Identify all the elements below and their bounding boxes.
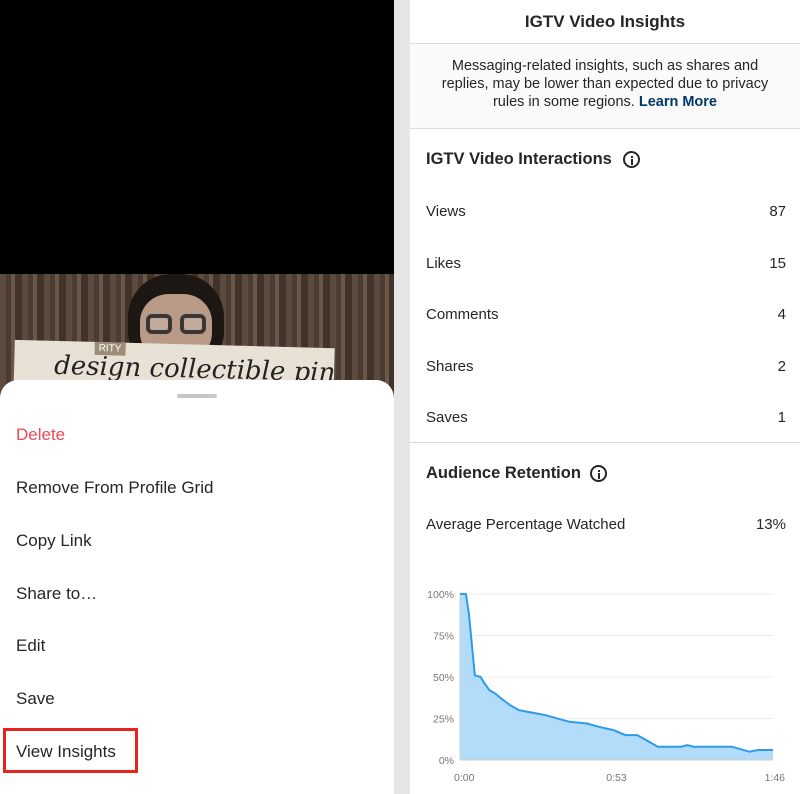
stat-label-comments: Comments (426, 306, 499, 323)
menu-item-remove-from-grid[interactable]: Remove From Profile Grid (16, 477, 213, 499)
left-panel: RITY design collectible pins Delete Remo… (0, 0, 394, 794)
retention-title: Audience Retention (426, 464, 581, 482)
privacy-notice: Messaging-related insights, such as shar… (410, 45, 800, 129)
learn-more-link[interactable]: Learn More (639, 94, 717, 110)
panel-divider (394, 0, 410, 794)
section-divider (410, 442, 800, 443)
y-tick-label: 100% (427, 589, 454, 601)
menu-item-share-to[interactable]: Share to… (16, 583, 97, 605)
y-tick-label: 75% (433, 631, 454, 643)
menu-item-copy-link[interactable]: Copy Link (16, 530, 92, 552)
info-icon[interactable] (590, 465, 607, 482)
avg-watched-label: Average Percentage Watched (426, 516, 626, 533)
menu-item-delete[interactable]: Delete (16, 424, 65, 446)
highlight-box (3, 728, 138, 773)
insights-header: IGTV Video Insights (410, 0, 800, 44)
stat-value-likes: 15 (769, 255, 786, 272)
notice-text: Messaging-related insights, such as shar… (438, 57, 772, 111)
stat-value-shares: 2 (777, 358, 786, 375)
glasses-lens (146, 314, 172, 334)
stat-label-views: Views (426, 203, 466, 220)
x-tick-label: 0:00 (454, 772, 475, 784)
stat-label-saves: Saves (426, 409, 468, 426)
y-tick-label: 0% (439, 755, 454, 767)
avg-watched-value: 13% (755, 516, 786, 533)
y-tick-label: 50% (433, 672, 454, 684)
x-tick-label: 0:53 (606, 772, 627, 784)
retention-chart: 0% 25% 50% 75% 100% 0:00 0:53 1:46 (427, 589, 786, 784)
menu-item-save[interactable]: Save (16, 688, 55, 710)
y-tick-label: 25% (433, 714, 454, 726)
stat-value-saves: 1 (777, 409, 786, 426)
stat-value-comments: 4 (777, 306, 786, 323)
sheet-drag-handle[interactable] (177, 394, 217, 398)
stat-label-shares: Shares (426, 358, 474, 375)
menu-item-edit[interactable]: Edit (16, 635, 45, 657)
x-tick-label: 1:46 (765, 772, 786, 784)
interactions-title: IGTV Video Interactions (426, 150, 612, 168)
stat-label-likes: Likes (426, 255, 462, 272)
video-letterbox (0, 0, 394, 274)
info-icon[interactable] (623, 151, 640, 168)
stat-value-views: 87 (769, 203, 786, 220)
page-title: IGTV Video Insights (524, 12, 686, 31)
insights-panel: IGTV Video Insights Messaging-related in… (410, 0, 800, 794)
options-bottom-sheet: Delete Remove From Profile Grid Copy Lin… (0, 380, 394, 794)
notice-message: Messaging-related insights, such as shar… (441, 58, 769, 110)
glasses-lens (180, 314, 206, 334)
